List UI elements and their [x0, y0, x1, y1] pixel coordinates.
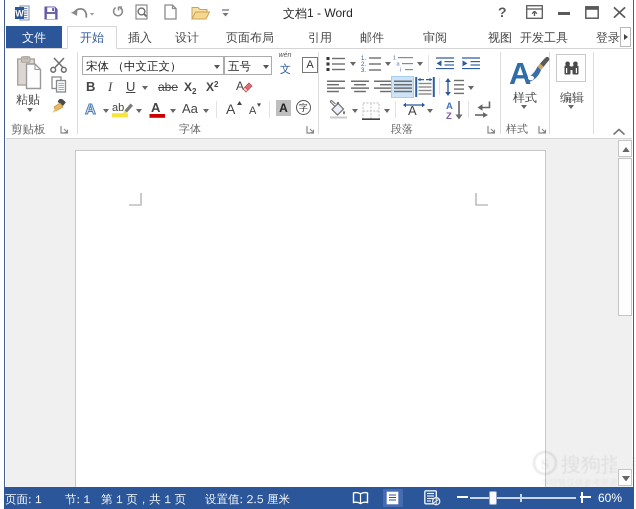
svg-text:A: A	[226, 101, 236, 117]
svg-text:A: A	[236, 79, 244, 93]
svg-text:A: A	[85, 101, 96, 117]
svg-text:Z: Z	[446, 111, 452, 120]
svg-text:W: W	[15, 9, 24, 19]
svg-text:3.: 3.	[361, 68, 366, 73]
svg-text:ab: ab	[112, 102, 124, 114]
svg-text:S: S	[541, 457, 549, 473]
svg-text:A: A	[510, 56, 531, 91]
svg-text:i: i	[400, 68, 401, 73]
svg-text:A: A	[151, 100, 161, 115]
svg-text:A: A	[249, 105, 257, 117]
